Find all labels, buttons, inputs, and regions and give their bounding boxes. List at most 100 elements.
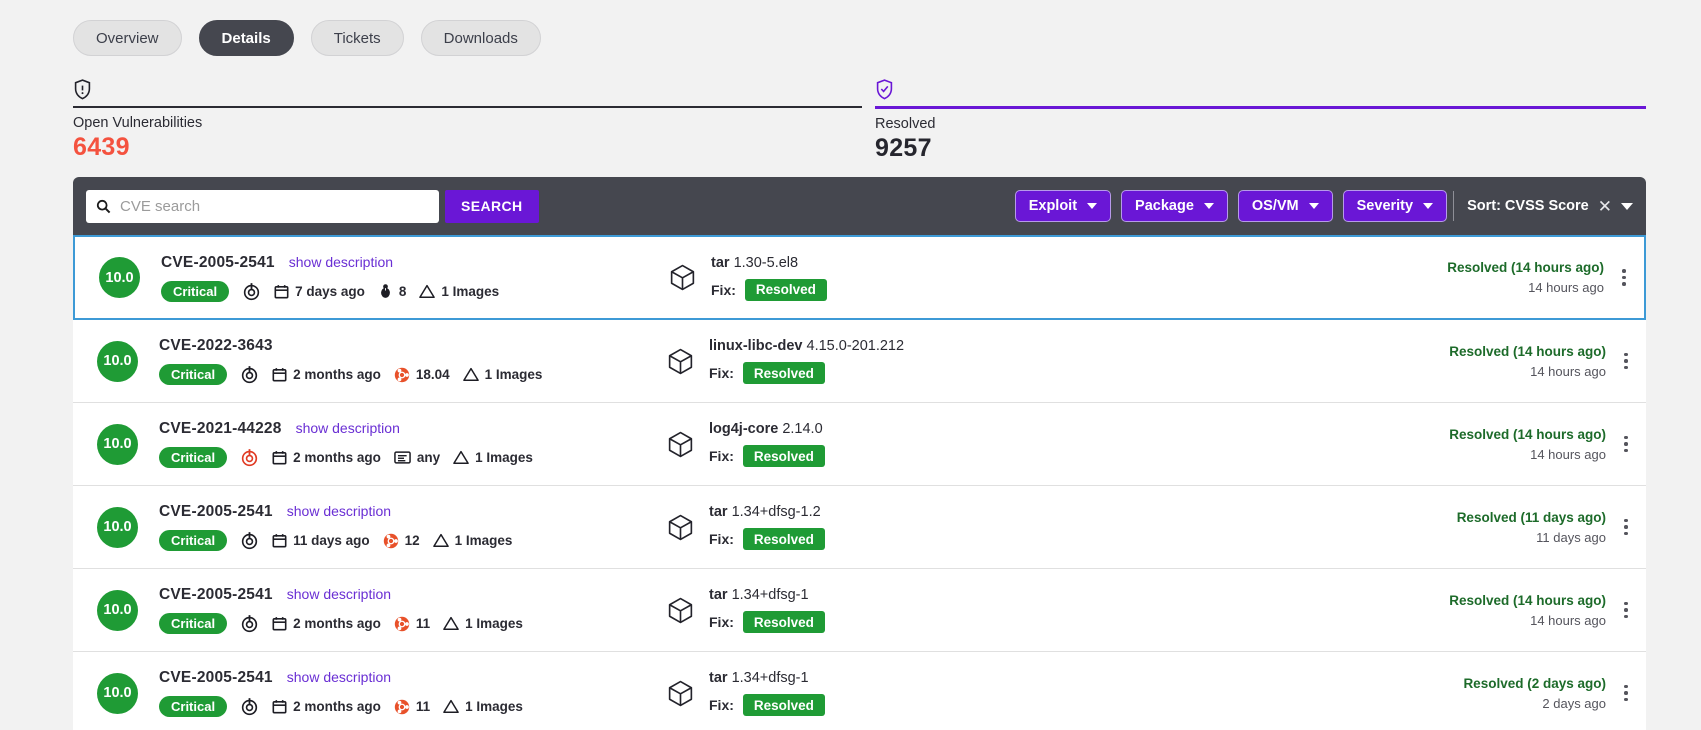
tab-tickets[interactable]: Tickets	[310, 20, 404, 56]
cve-column: 10.0 CVE-2022-3643 Critical 2 months ago 18.…	[73, 337, 653, 385]
package-version: 1.34+dfsg-1	[731, 670, 809, 686]
resolution-timestamp: 11 days ago	[1536, 529, 1606, 545]
package-info: tar 1.34+dfsg-1.2 Fix: Resolved	[709, 504, 825, 550]
resolution-timestamp: 14 hours ago	[1528, 280, 1604, 295]
cvss-score-badge: 10.0	[97, 589, 138, 631]
resolution-status: Resolved (11 days ago)	[1456, 509, 1606, 525]
package-name: log4j-core	[709, 421, 779, 437]
vulnerability-details-page: Overview Details Tickets Downloads Open Vul…	[0, 0, 1701, 730]
package-box-icon	[668, 680, 693, 707]
search-box[interactable]	[86, 189, 439, 223]
cve-attributes: Critical 2 months ago 18.04 1 Images	[159, 364, 542, 385]
exploit-target-icon[interactable]	[242, 282, 261, 301]
counter-resolved[interactable]: Resolved 9257	[862, 76, 1646, 163]
search-button[interactable]: SEARCH	[445, 189, 539, 223]
filter-exploit[interactable]: Exploit	[1014, 190, 1112, 222]
source-info: 11	[394, 699, 430, 715]
close-icon[interactable]: ✕	[1598, 198, 1612, 215]
fix-label: Fix:	[709, 614, 734, 630]
cve-id[interactable]: CVE-2005-2541	[159, 503, 273, 521]
fix-status: Fix: Resolved	[711, 278, 827, 301]
calendar-icon	[272, 616, 287, 631]
vulnerability-row[interactable]: 10.0 CVE-2021-44228 show description Critic…	[73, 403, 1646, 486]
package-name-version: tar 1.34+dfsg-1	[709, 587, 825, 603]
status-column: Resolved (14 hours ago) 14 hours ago	[1449, 593, 1620, 628]
chevron-down-icon[interactable]	[1621, 202, 1633, 210]
affected-images-label: 1 Images	[465, 699, 523, 714]
cve-id[interactable]: CVE-2021-44228	[159, 420, 282, 438]
tab-overview[interactable]: Overview	[73, 20, 182, 56]
shield-check-icon	[875, 76, 1646, 100]
published-date: 2 months ago	[272, 699, 381, 714]
chevron-down-icon	[1423, 203, 1434, 209]
counter-open-vulnerabilities[interactable]: Open Vulnerabilities 6439	[73, 76, 862, 163]
source-info: any	[394, 450, 440, 465]
chevron-down-icon	[1203, 203, 1214, 209]
cve-id[interactable]: CVE-2005-2541	[159, 586, 273, 604]
filter-buttons: Exploit Package OS/VM Severity	[1014, 190, 1448, 222]
warning-triangle-icon	[453, 450, 469, 465]
exploit-target-icon[interactable]	[240, 697, 259, 716]
package-version: 1.34+dfsg-1.2	[731, 504, 821, 520]
tab-details[interactable]: Details	[198, 20, 294, 56]
exploit-target-icon[interactable]	[240, 448, 259, 467]
kebab-menu-icon[interactable]	[1620, 435, 1646, 453]
fix-state-badge: Resolved	[742, 445, 825, 467]
cve-id[interactable]: CVE-2005-2541	[159, 669, 273, 687]
resolution-status: Resolved (14 hours ago)	[1447, 260, 1604, 275]
list-card-icon	[394, 450, 411, 465]
package-name-version: tar 1.30-5.el8	[711, 255, 827, 271]
resolution-status: Resolved (14 hours ago)	[1449, 343, 1606, 359]
toolbar-divider	[1453, 191, 1455, 221]
show-description-link[interactable]: show description	[287, 586, 391, 602]
package-version: 2.14.0	[782, 421, 823, 437]
vulnerability-row[interactable]: 10.0 CVE-2005-2541 show description Critica…	[73, 569, 1646, 652]
exploit-target-icon[interactable]	[240, 365, 259, 384]
package-name-version: linux-libc-dev 4.15.0-201.212	[709, 338, 904, 354]
kebab-menu-icon[interactable]	[1620, 684, 1646, 702]
filter-severity[interactable]: Severity	[1342, 190, 1448, 222]
fix-status: Fix: Resolved	[709, 445, 825, 467]
published-date-label: 2 months ago	[293, 367, 381, 382]
calendar-icon	[272, 367, 287, 382]
show-description-link[interactable]: show description	[289, 254, 393, 270]
cvss-score-badge: 10.0	[97, 340, 138, 382]
filter-label: Severity	[1356, 198, 1414, 214]
package-name-version: tar 1.34+dfsg-1	[709, 670, 825, 686]
warning-triangle-icon	[432, 533, 449, 548]
cve-title-line: CVE-2005-2541 show description	[159, 586, 523, 604]
status-column: Resolved (14 hours ago) 14 hours ago	[1447, 260, 1618, 295]
kebab-menu-icon[interactable]	[1620, 518, 1646, 536]
kebab-menu-icon[interactable]	[1618, 269, 1644, 286]
exploit-target-icon[interactable]	[240, 614, 259, 633]
filter-package[interactable]: Package	[1121, 190, 1228, 222]
vulnerability-list: 10.0 CVE-2005-2541 show description Critica…	[73, 235, 1646, 730]
exploit-target-icon[interactable]	[240, 531, 259, 550]
show-description-link[interactable]: show description	[287, 669, 391, 685]
vulnerability-row[interactable]: 10.0 CVE-2022-3643 Critical 2 months ago 18.…	[73, 320, 1646, 403]
sort-control[interactable]: Sort: CVSS Score ✕	[1467, 198, 1633, 215]
vulnerability-row[interactable]: 10.0 CVE-2005-2541 show description Critica…	[73, 486, 1646, 569]
show-description-link[interactable]: show description	[287, 503, 391, 519]
package-box-icon	[670, 264, 695, 291]
search-input[interactable]	[120, 197, 429, 215]
vulnerability-row[interactable]: 10.0 CVE-2005-2541 show description Critica…	[73, 652, 1646, 730]
resolution-timestamp: 14 hours ago	[1530, 446, 1606, 462]
package-column: tar 1.30-5.el8 Fix: Resolved	[655, 255, 1345, 301]
vulnerability-row[interactable]: 10.0 CVE-2005-2541 show description Critica…	[73, 235, 1646, 320]
affected-images-label: 1 Images	[454, 533, 513, 548]
resolution-status: Resolved (2 days ago)	[1463, 675, 1606, 691]
filter-os-vm[interactable]: OS/VM	[1237, 190, 1333, 222]
cve-column: 10.0 CVE-2005-2541 show description Critica…	[73, 503, 653, 551]
fix-status: Fix: Resolved	[709, 694, 825, 716]
cve-id[interactable]: CVE-2005-2541	[161, 254, 275, 272]
kebab-menu-icon[interactable]	[1620, 601, 1646, 619]
severity-badge: Critical	[159, 447, 228, 468]
tab-downloads[interactable]: Downloads	[420, 20, 541, 56]
cve-id[interactable]: CVE-2022-3643	[159, 337, 273, 355]
cve-column: 10.0 CVE-2005-2541 show description Critica…	[73, 669, 653, 717]
kebab-menu-icon[interactable]	[1620, 352, 1646, 370]
published-date-label: 2 months ago	[293, 699, 381, 714]
package-info: tar 1.34+dfsg-1 Fix: Resolved	[709, 670, 825, 716]
show-description-link[interactable]: show description	[296, 420, 400, 436]
